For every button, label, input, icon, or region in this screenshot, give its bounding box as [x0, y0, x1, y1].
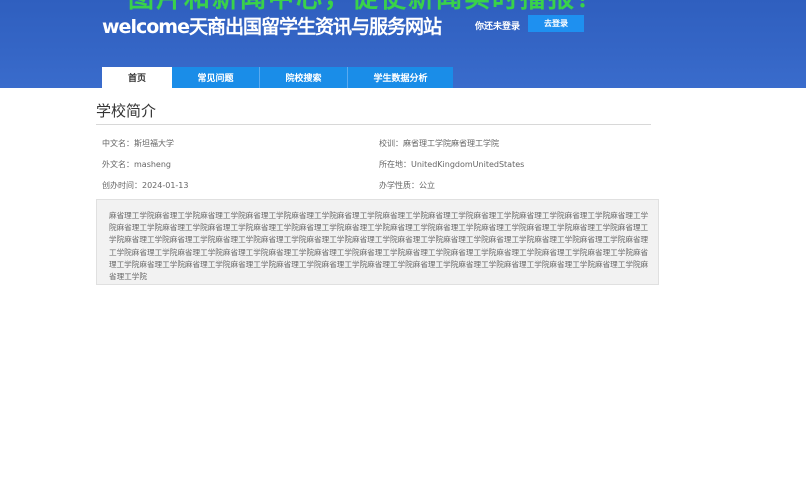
login-status-text: 你还未登录: [475, 22, 521, 32]
title-divider: [96, 124, 651, 125]
slogan-banner: 图片和新闻中心，促使新闻实时播报！: [128, 0, 604, 12]
school-type: 办学性质：公立: [379, 181, 435, 190]
tab-home[interactable]: 首页: [102, 67, 172, 88]
chinese-name: 中文名：斯坦福大学: [102, 139, 174, 148]
main-nav: 首页 常见问题 院校搜索 学生数据分析: [102, 67, 453, 88]
school-motto: 校训：麻省理工学院麻省理工学院: [379, 139, 499, 148]
login-button[interactable]: 去登录: [528, 15, 584, 32]
school-location: 所在地：UnitedKingdomUnitedStates: [379, 160, 525, 169]
tab-student-data-analysis[interactable]: 学生数据分析: [348, 67, 453, 88]
school-description: 麻省理工学院麻省理工学院麻省理工学院麻省理工学院麻省理工学院麻省理工学院麻省理工…: [96, 199, 659, 285]
foreign-name: 外文名：masheng: [102, 160, 172, 169]
tab-school-search[interactable]: 院校搜索: [260, 67, 348, 88]
founded-date: 创办时间：2024-01-13: [102, 181, 189, 190]
page-title: 学校简介: [96, 102, 157, 120]
tab-faq[interactable]: 常见问题: [172, 67, 260, 88]
site-title[interactable]: welcome天商出国留学生资讯与服务网站: [102, 12, 442, 39]
